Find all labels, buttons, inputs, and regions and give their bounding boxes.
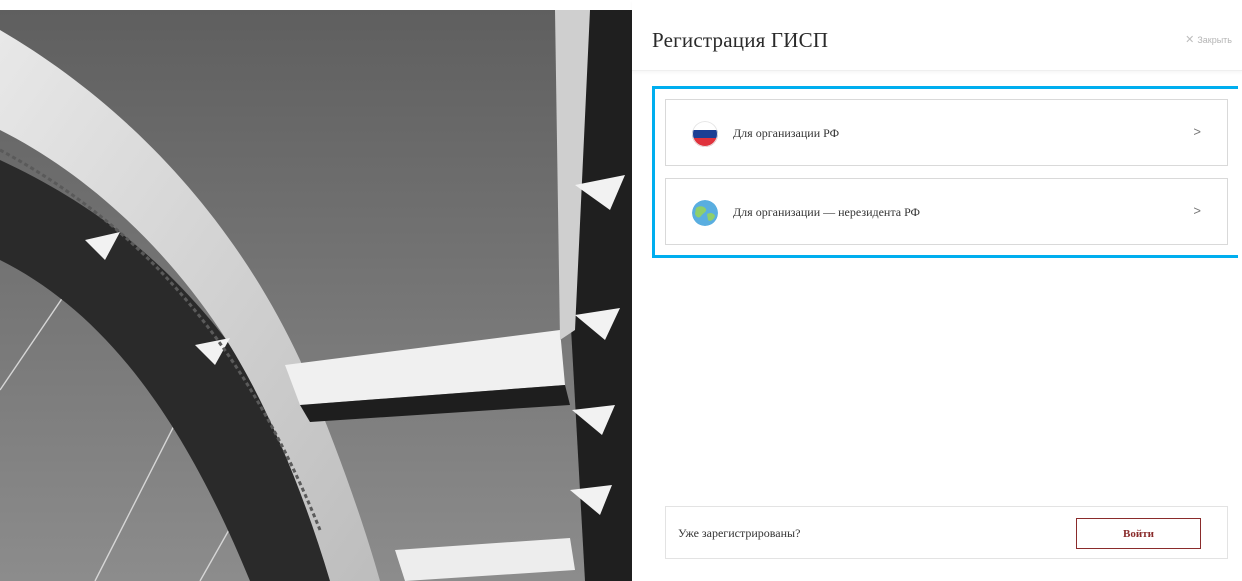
registration-page: Регистрация ГИСП ✕ Закрыть Для организац… [0,0,1242,581]
close-button[interactable]: ✕ Закрыть [1185,33,1232,46]
login-footer: Уже зарегистрированы? Войти [665,506,1228,559]
option-nonresident-organization[interactable]: Для организации — нерезидента РФ > [665,178,1228,245]
option-label: Для организации — нерезидента РФ [733,205,921,219]
option-russian-organization[interactable]: Для организации РФ > [665,99,1228,166]
option-label: Для организации РФ [733,126,840,140]
already-registered-text: Уже зарегистрированы? [678,526,801,540]
page-title: Регистрация ГИСП [652,28,829,52]
chevron-right-icon: > [1193,203,1201,218]
login-button[interactable]: Войти [1076,518,1201,549]
close-label: Закрыть [1197,34,1232,45]
panel-header: Регистрация ГИСП ✕ Закрыть [632,0,1242,71]
bridge-photo [0,10,632,581]
bridge-photo-image [0,10,632,581]
close-icon: ✕ [1185,34,1195,46]
russia-flag-icon [692,121,718,147]
globe-icon [692,200,718,226]
chevron-right-icon: > [1193,124,1201,139]
